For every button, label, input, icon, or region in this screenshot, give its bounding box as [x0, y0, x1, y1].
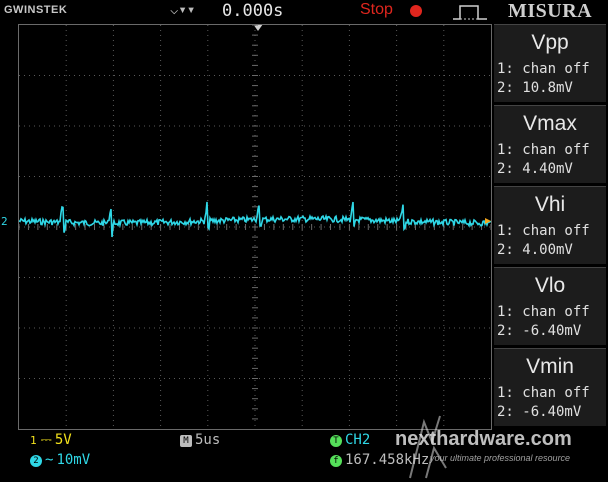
graticule: [19, 25, 491, 429]
measurement-title: Vmax: [523, 112, 577, 135]
ch2-ground-marker: 2: [1, 215, 8, 228]
measurement-ch2: 2: 4.00mV: [497, 242, 573, 258]
trigger-edge-icon: [453, 5, 487, 20]
measurement-ch1: 1: chan off: [497, 223, 590, 239]
measurement-vpp[interactable]: Vpp 1: chan off 2: 10.8mV: [494, 24, 606, 102]
waveform-display[interactable]: [18, 24, 492, 430]
run-state-label: Stop: [360, 1, 393, 18]
watermark-text: nexthardware.com: [395, 428, 572, 450]
measurement-title: Vhi: [534, 193, 566, 216]
measurement-vmax[interactable]: Vmax 1: chan off 2: 4.40mV: [494, 105, 606, 183]
measurement-ch1: 1: chan off: [497, 304, 590, 320]
ac-coupling-icon: ~: [45, 452, 54, 468]
brand-logo: GWINSTEK: [4, 4, 68, 16]
measurement-ch2: 2: 10.8mV: [497, 80, 573, 96]
ch1-scale: 5V: [54, 432, 72, 448]
trigger-source-readout[interactable]: T CH2: [330, 432, 370, 448]
measurement-title: Vlo: [534, 274, 566, 297]
watermark-subtitle: your ultimate professional resource: [430, 453, 571, 463]
stop-indicator-icon: [410, 5, 422, 17]
ch2-badge: 2: [30, 455, 42, 467]
frequency-badge: f: [330, 455, 342, 467]
measurement-ch1: 1: chan off: [497, 142, 590, 158]
measurement-title: Vpp: [531, 31, 569, 54]
measurement-panel: Vpp 1: chan off 2: 10.8mV Vmax 1: chan o…: [494, 24, 606, 430]
timebase-value: 5us: [195, 432, 221, 448]
dc-coupling-icon: ⎓: [40, 432, 52, 448]
timebase-readout[interactable]: M 5us: [180, 432, 220, 448]
measurement-vhi[interactable]: Vhi 1: chan off 2: 4.00mV: [494, 186, 606, 264]
timebase-badge: M: [180, 435, 192, 447]
measurement-title: Vmin: [526, 355, 574, 378]
ch2-scale-readout[interactable]: 2 ~10mV: [30, 452, 90, 468]
measurement-ch1: 1: chan off: [497, 61, 590, 77]
trigger-mode-icons: ⌵▾▾: [170, 2, 196, 18]
trigger-source: CH2: [345, 432, 371, 448]
misura-watermark: MISURA: [508, 0, 593, 22]
measurement-ch1: 1: chan off: [497, 385, 590, 401]
ch2-scale: 10mV: [56, 452, 91, 468]
measurement-ch2: 2: -6.40mV: [497, 323, 582, 339]
measurement-vlo[interactable]: Vlo 1: chan off 2: -6.40mV: [494, 267, 606, 345]
ch1-badge: 1: [30, 434, 37, 447]
trigger-badge: T: [330, 435, 342, 447]
ch1-scale-readout[interactable]: 1 ⎓ 5V: [30, 432, 72, 448]
measurement-ch2: 2: 4.40mV: [497, 161, 573, 177]
time-offset-readout: 0.000s: [222, 1, 284, 21]
